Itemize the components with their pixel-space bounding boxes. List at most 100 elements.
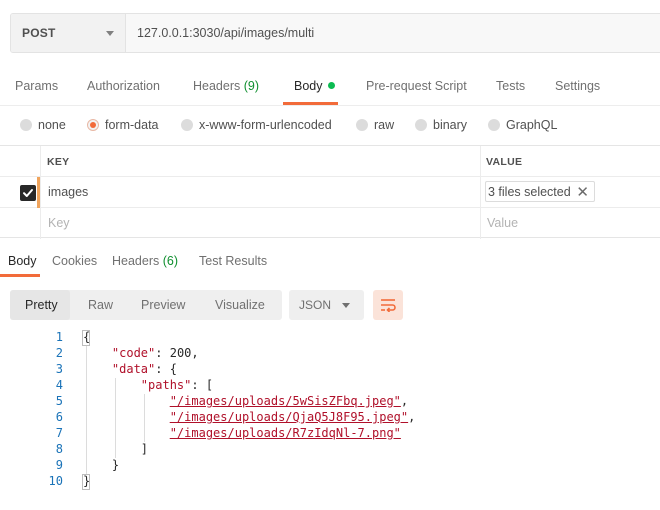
line-number: 4 [55,378,63,392]
json-key: "code" [111,346,156,360]
radio-binary[interactable]: binary [415,118,467,132]
view-pretty-button[interactable]: Pretty [25,298,58,312]
column-divider [40,146,41,239]
key-column-header: KEY [47,156,70,168]
radio-graphql-label: GraphQL [506,118,558,132]
radio-none-label: none [38,118,66,132]
url-input[interactable]: 127.0.0.1:3030/api/images/multi [126,14,660,52]
response-tabs: Body Cookies Headers (6) Test Results [0,240,660,276]
tab-body[interactable]: Body [294,79,335,93]
view-preview-button[interactable]: Preview [141,298,185,312]
value-column-header: VALUE [486,156,523,168]
value-placeholder[interactable]: Value [487,216,518,230]
table-row: images 3 files selected ✕ [0,177,660,208]
caret-down-icon [342,303,350,308]
code-line: ] [83,442,148,456]
files-selected-label: 3 files selected [488,185,571,199]
line-number: 10 [48,474,63,488]
json-string-link[interactable]: "/images/uploads/5wSisZFbq.jpeg" [170,394,401,408]
json-brace: } [111,458,120,472]
radio-binary-label: binary [433,118,468,132]
response-headers-count: (6) [162,254,179,268]
view-visualize-button[interactable]: Visualize [215,298,265,312]
response-tab-headers-label: Headers [112,254,160,268]
caret-down-icon [106,31,114,36]
tab-headers-label: Headers [193,79,241,93]
radio-circle-icon [20,119,32,131]
table-header-row: KEY VALUE [0,146,660,177]
code-line: "code": 200, [111,346,199,360]
active-tab-indicator [283,102,338,105]
code-line: "/images/uploads/QjaQ5J8F95.jpeg", [169,410,416,424]
line-number: 9 [55,458,63,472]
form-data-table: KEY VALUE images 3 files selected ✕ Key … [0,145,660,239]
json-key: "paths" [140,378,192,392]
json-brace: { [83,330,91,344]
radio-form-data[interactable]: form-data [87,118,159,132]
code-line: "/images/uploads/5wSisZFbq.jpeg", [169,394,409,408]
response-tab-test-results[interactable]: Test Results [199,254,267,268]
language-label: JSON [299,298,332,312]
line-number: 2 [55,346,63,360]
response-body-code: 1 2 3 4 5 6 7 8 9 10 { "code": 200, "dat… [0,330,660,500]
tab-authorization[interactable]: Authorization [87,79,160,93]
request-url-bar: POST 127.0.0.1:3030/api/images/multi [10,13,660,53]
response-tab-body[interactable]: Body [8,254,37,268]
close-icon[interactable]: ✕ [576,183,589,201]
view-raw-button[interactable]: Raw [88,298,113,312]
radio-selected-icon [87,119,99,131]
line-number: 1 [55,330,63,344]
status-dot-icon [327,82,335,89]
tab-headers[interactable]: Headers (9) [193,79,259,93]
tab-tests[interactable]: Tests [496,79,525,93]
checkbox-checked-icon[interactable] [20,185,36,201]
response-tab-cookies[interactable]: Cookies [52,254,97,268]
code-line: "data": { [111,362,177,376]
json-brace: } [83,474,91,488]
code-line: "paths": [ [140,378,214,392]
line-number: 8 [55,442,63,456]
radio-raw-label: raw [374,118,395,132]
column-divider [480,146,481,239]
body-type-options: none form-data x-www-form-urlencoded raw… [0,108,660,144]
active-response-tab-indicator [0,274,40,277]
method-label: POST [22,26,56,40]
radio-urlencoded-label: x-www-form-urlencoded [199,118,332,132]
json-key: "data" [111,362,156,376]
code-line: } [83,458,119,472]
wrap-lines-icon [381,299,396,312]
tab-body-label: Body [294,79,323,93]
url-value: 127.0.0.1:3030/api/images/multi [137,26,315,40]
radio-raw[interactable]: raw [356,118,394,132]
line-number: 6 [55,410,63,424]
tab-prerequest-script[interactable]: Pre-request Script [366,79,467,93]
wrap-lines-button[interactable] [373,290,403,320]
line-number: 3 [55,362,63,376]
line-number: 7 [55,426,63,440]
code-line: } [83,474,90,488]
radio-graphql[interactable]: GraphQL [488,118,557,132]
headers-count: (9) [243,79,260,93]
key-placeholder[interactable]: Key [48,216,70,230]
radio-circle-icon [415,119,427,131]
tab-params[interactable]: Params [15,79,58,93]
tab-settings[interactable]: Settings [555,79,600,93]
key-cell[interactable]: images [48,185,88,199]
radio-none[interactable]: none [20,118,66,132]
view-mode-group: Pretty Raw Preview Visualize [10,290,282,320]
json-number: 200 [169,346,192,360]
radio-circle-icon [356,119,368,131]
json-bracket: ] [140,442,149,456]
files-selected-chip[interactable]: 3 files selected ✕ [485,181,595,202]
radio-circle-icon [488,119,500,131]
line-number: 5 [55,394,63,408]
json-string-link[interactable]: "/images/uploads/QjaQ5J8F95.jpeg" [170,410,408,424]
code-line: "/images/uploads/R7zIdqNl-7.png" [83,426,401,440]
language-select[interactable]: JSON [289,290,364,320]
method-select[interactable]: POST [11,14,126,52]
request-tabs: Params Authorization Headers (9) Body Pr… [0,66,660,106]
response-tab-headers[interactable]: Headers (6) [112,254,178,268]
table-row-empty: Key Value [0,208,660,239]
radio-urlencoded[interactable]: x-www-form-urlencoded [181,118,332,132]
json-string-link[interactable]: "/images/uploads/R7zIdqNl-7.png" [170,426,401,440]
